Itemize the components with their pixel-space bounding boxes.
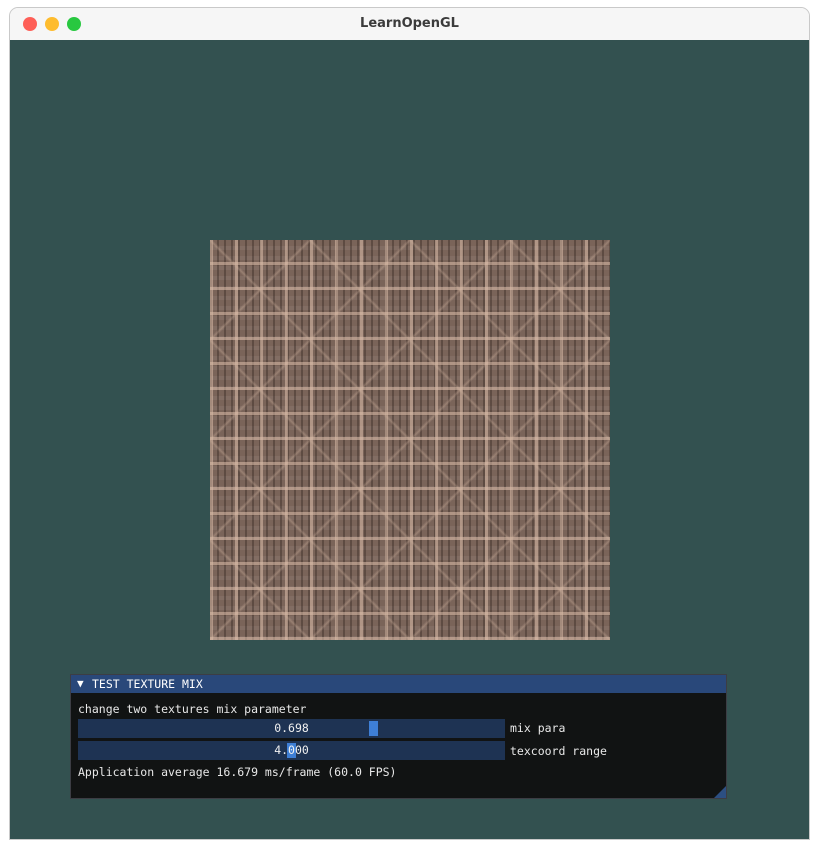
mix-para-label: mix para — [510, 721, 566, 735]
imgui-panel-header[interactable]: ▼ TEST TEXTURE MIX — [71, 675, 726, 693]
title-bar[interactable]: LearnOpenGL — [10, 8, 809, 40]
textured-quad — [210, 240, 610, 640]
window-title: LearnOpenGL — [360, 16, 459, 31]
texcoord-range-slider[interactable]: 4.000 — [78, 741, 505, 760]
texcoord-range-label: texcoord range — [510, 744, 607, 758]
description-text: change two textures mix parameter — [78, 702, 307, 716]
mix-para-value: 0.698 — [274, 721, 309, 735]
opengl-viewport: ▼ TEST TEXTURE MIX change two textures m… — [10, 40, 809, 839]
app-window: LearnOpenGL ▼ TEST TEXTURE MIX change tw… — [9, 7, 810, 840]
mix-para-slider[interactable]: 0.698 — [78, 719, 505, 738]
collapse-triangle-icon[interactable]: ▼ — [77, 678, 84, 690]
imgui-panel-title: TEST TEXTURE MIX — [92, 677, 203, 691]
texcoord-range-value: 4.000 — [274, 743, 309, 757]
resize-grip-icon[interactable] — [714, 786, 726, 798]
imgui-panel-test-texture-mix: ▼ TEST TEXTURE MIX change two textures m… — [70, 674, 727, 799]
frame-stats-text: Application average 16.679 ms/frame (60.… — [78, 765, 397, 779]
